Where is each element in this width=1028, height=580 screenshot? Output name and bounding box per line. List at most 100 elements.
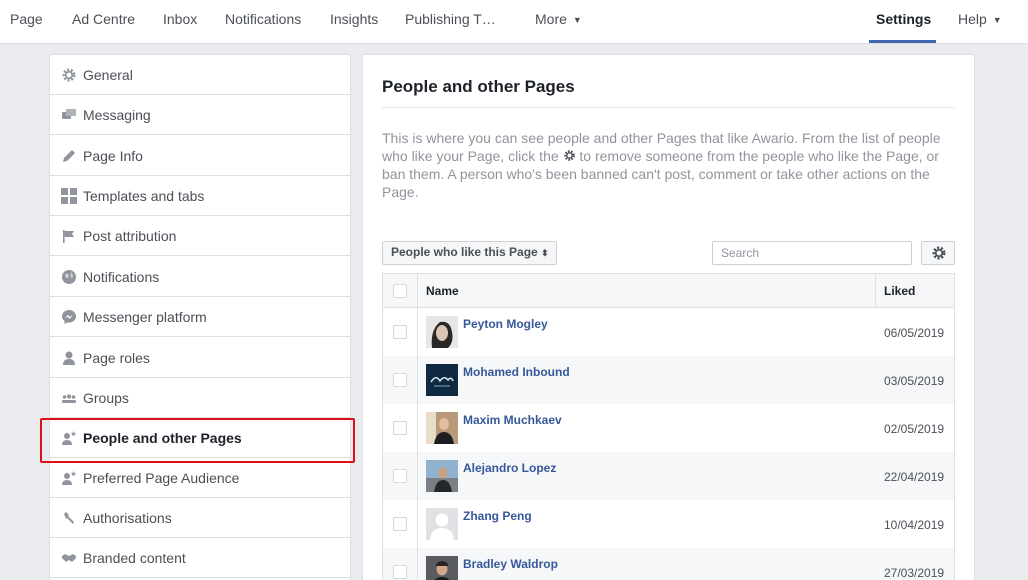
avatar[interactable] <box>426 508 458 540</box>
nav-settings[interactable]: Settings <box>876 0 931 44</box>
avatar[interactable] <box>426 316 458 348</box>
sidebar-item-general[interactable]: General <box>50 55 350 95</box>
nav-insights[interactable]: Insights <box>330 0 378 44</box>
table-row: Peyton Mogley 06/05/2019 <box>383 308 954 356</box>
person-name-link[interactable]: Peyton Mogley <box>463 317 548 331</box>
sidebar-item-messenger-platform[interactable]: Messenger platform <box>50 297 350 337</box>
table-row: Maxim Muchkaev 02/05/2019 <box>383 404 954 452</box>
person-name-link[interactable]: Maxim Muchkaev <box>463 413 562 427</box>
main-panel: People and other Pages This is where you… <box>362 54 975 580</box>
nav-page[interactable]: Page <box>10 0 43 44</box>
flag-icon <box>63 230 74 243</box>
nav-inbox[interactable]: Inbox <box>163 0 197 44</box>
gear-icon <box>62 68 76 82</box>
sidebar-item-groups[interactable]: Groups <box>50 378 350 418</box>
grid-icon <box>61 188 77 204</box>
nav-publishing-tools[interactable]: Publishing T… <box>405 0 496 44</box>
sidebar-item-label: Branded content <box>83 550 186 566</box>
sidebar-item-label: Messenger platform <box>83 309 207 325</box>
nav-notifications[interactable]: Notifications <box>225 0 301 44</box>
sidebar-item-label: Page roles <box>83 350 150 366</box>
table-row: Alejandro Lopez 22/04/2019 <box>383 452 954 500</box>
sidebar-item-label: Messaging <box>83 107 151 123</box>
people-table: Name Liked Peyton Mogley 06/05/2019 Moha… <box>382 273 955 580</box>
avatar[interactable] <box>426 364 458 396</box>
top-nav-bar: Page Ad Centre Inbox Notifications Insig… <box>0 0 1028 44</box>
sidebar-item-messaging[interactable]: Messaging <box>50 95 350 135</box>
filter-label: People who like this Page <box>391 245 538 259</box>
table-row: Zhang Peng 10/04/2019 <box>383 500 954 548</box>
sidebar-item-label: Notifications <box>83 269 160 285</box>
messenger-icon <box>62 310 76 324</box>
wrench-icon <box>64 512 74 524</box>
title-divider <box>382 107 955 108</box>
liked-date: 10/04/2019 <box>884 518 945 532</box>
gear-icon <box>563 150 575 161</box>
table-row: Bradley Waldrop 27/03/2019 <box>383 548 954 580</box>
messaging-icon <box>62 109 76 119</box>
groups-icon <box>62 394 76 403</box>
table-header: Name Liked <box>383 274 954 308</box>
people-filter-dropdown[interactable]: People who like this Page ⬍ <box>382 241 557 265</box>
sidebar-item-label: Groups <box>83 390 129 406</box>
liked-date: 02/05/2019 <box>884 422 945 436</box>
nav-more-label: More <box>535 11 567 27</box>
sidebar-item-preferred-audience[interactable]: Preferred Page Audience <box>50 458 350 498</box>
sidebar-item-post-attribution[interactable]: Post attribution <box>50 216 350 256</box>
column-header-name[interactable]: Name <box>426 284 459 298</box>
caret-down-icon: ▼ <box>992 15 1002 25</box>
row-checkbox[interactable] <box>393 469 407 483</box>
page-title: People and other Pages <box>382 77 575 96</box>
person-star-icon <box>62 471 77 485</box>
sidebar-item-page-info[interactable]: Page Info <box>50 136 350 176</box>
sidebar-item-label: Preferred Page Audience <box>83 470 240 486</box>
handshake-icon <box>62 554 76 562</box>
nav-help-label: Help <box>958 11 987 27</box>
search-input[interactable] <box>712 241 912 265</box>
column-divider <box>417 274 418 580</box>
sidebar-item-label: Authorisations <box>83 510 172 526</box>
avatar[interactable] <box>426 412 458 444</box>
sort-arrows-icon: ⬍ <box>541 248 549 258</box>
sidebar-item-label: Page Info <box>83 148 143 164</box>
globe-icon <box>62 270 76 284</box>
nav-more[interactable]: More ▼ <box>535 0 582 44</box>
active-tab-underline <box>869 40 936 43</box>
avatar[interactable] <box>426 460 458 492</box>
liked-date: 03/05/2019 <box>884 374 945 388</box>
sidebar-item-label: Post attribution <box>83 228 177 244</box>
row-checkbox[interactable] <box>393 565 407 579</box>
person-name-link[interactable]: Mohamed Inbound <box>463 365 570 379</box>
person-name-link[interactable]: Bradley Waldrop <box>463 557 558 571</box>
settings-gear-button[interactable] <box>921 241 955 265</box>
sidebar-item-label: General <box>83 67 133 83</box>
sidebar-item-branded-content[interactable]: Branded content <box>50 538 350 578</box>
select-all-checkbox[interactable] <box>393 284 407 298</box>
row-checkbox[interactable] <box>393 421 407 435</box>
active-item-highlight-box <box>40 418 355 463</box>
pencil-icon <box>63 150 75 162</box>
liked-date: 27/03/2019 <box>884 566 945 580</box>
row-checkbox[interactable] <box>393 325 407 339</box>
person-name-link[interactable]: Zhang Peng <box>463 509 532 523</box>
settings-sidebar: General Messaging Page Info Templates an… <box>49 54 351 580</box>
person-name-link[interactable]: Alejandro Lopez <box>463 461 556 475</box>
gear-icon <box>932 246 946 260</box>
table-row: Mohamed Inbound 03/05/2019 <box>383 356 954 404</box>
row-checkbox[interactable] <box>393 517 407 531</box>
avatar[interactable] <box>426 556 458 580</box>
column-header-liked[interactable]: Liked <box>884 284 915 298</box>
nav-ad-centre[interactable]: Ad Centre <box>72 0 135 44</box>
liked-date: 06/05/2019 <box>884 326 945 340</box>
sidebar-item-templates[interactable]: Templates and tabs <box>50 176 350 216</box>
caret-down-icon: ▼ <box>572 15 582 25</box>
row-checkbox[interactable] <box>393 373 407 387</box>
sidebar-item-authorisations[interactable]: Authorisations <box>50 498 350 538</box>
description-text: This is where you can see people and oth… <box>382 129 952 201</box>
person-icon <box>63 351 75 365</box>
liked-date: 22/04/2019 <box>884 470 945 484</box>
sidebar-item-notifications[interactable]: Notifications <box>50 257 350 297</box>
column-divider <box>875 274 876 308</box>
nav-help[interactable]: Help ▼ <box>958 0 1002 44</box>
sidebar-item-page-roles[interactable]: Page roles <box>50 338 350 378</box>
